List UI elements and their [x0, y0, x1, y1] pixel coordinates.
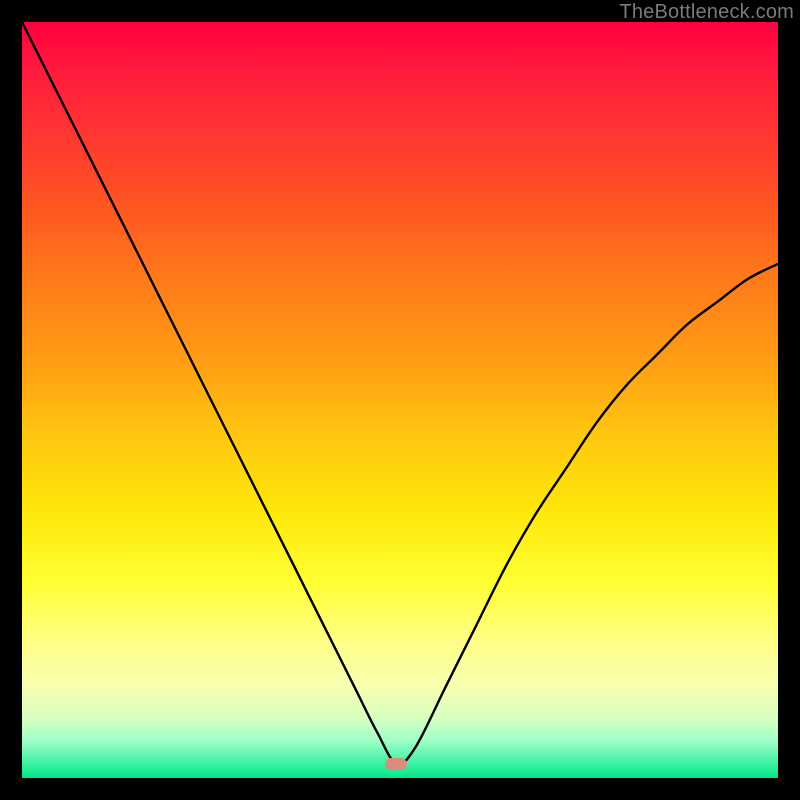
plot-area	[22, 22, 778, 778]
bottleneck-marker	[385, 758, 407, 770]
watermark-text: TheBottleneck.com	[619, 1, 794, 24]
bottleneck-curve	[22, 22, 778, 778]
chart-frame: TheBottleneck.com	[0, 0, 800, 800]
